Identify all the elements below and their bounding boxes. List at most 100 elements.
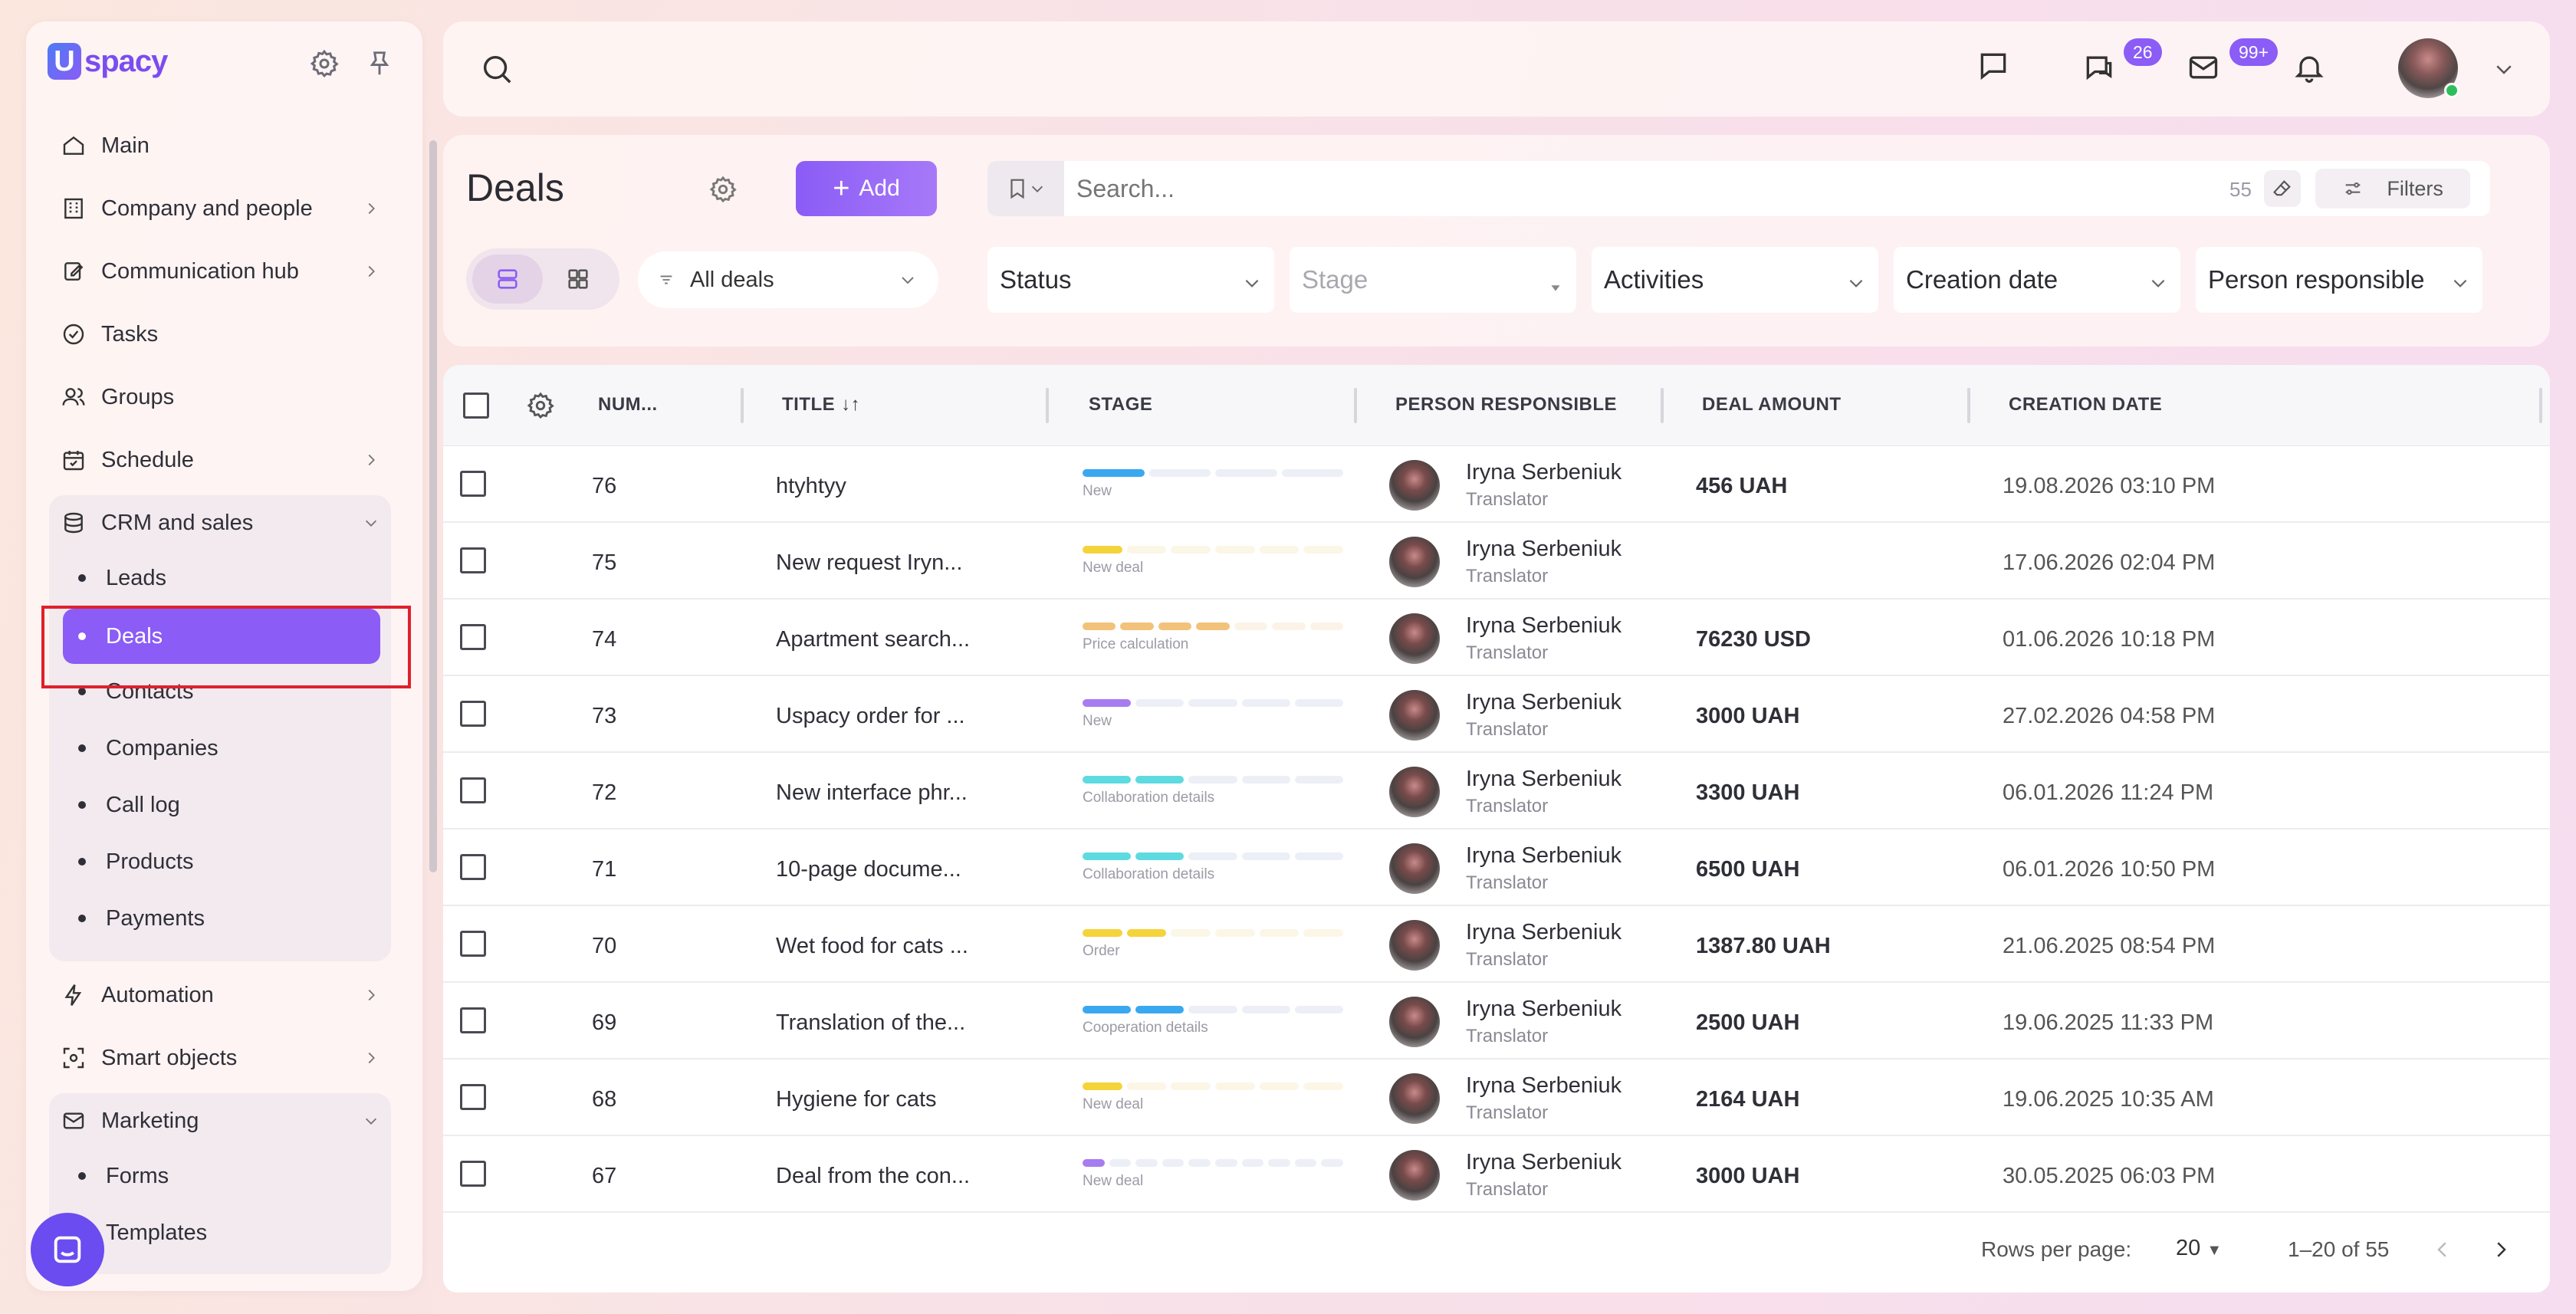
person-avatar[interactable]	[1389, 920, 1440, 971]
deal-stage[interactable]: Cooperation details	[1083, 1006, 1344, 1036]
column-header-amount[interactable]: DEAL AMOUNT	[1702, 394, 1842, 416]
column-resizer[interactable]	[1967, 388, 1970, 423]
column-header-date[interactable]: CREATION DATE	[2009, 394, 2162, 416]
row-checkbox[interactable]	[460, 701, 486, 727]
bell-icon[interactable]	[2288, 46, 2331, 89]
column-header-stage[interactable]: STAGE	[1089, 394, 1152, 416]
row-checkbox[interactable]	[460, 1007, 486, 1033]
deal-title[interactable]: 10-page docume...	[776, 857, 961, 882]
table-row[interactable]: 75 New request Iryn... New deal Iryna Serbe…	[443, 523, 2550, 600]
table-row[interactable]: 70 Wet food for cats ... Order Iryna Serben…	[443, 906, 2550, 983]
row-checkbox[interactable]	[460, 777, 486, 803]
person-name[interactable]: Iryna Serbeniuk	[1466, 1073, 1622, 1099]
person-avatar[interactable]	[1389, 690, 1440, 741]
row-checkbox[interactable]	[460, 471, 486, 497]
column-resizer[interactable]	[741, 388, 744, 423]
pin-icon[interactable]	[360, 44, 399, 83]
previous-page-icon[interactable]	[2421, 1228, 2464, 1271]
person-avatar[interactable]	[1389, 613, 1440, 664]
deal-stage[interactable]: New deal	[1083, 1159, 1343, 1190]
sidebar-subitem-forms[interactable]: Forms	[78, 1153, 393, 1199]
sidebar-item-schedule[interactable]: Schedule	[60, 435, 397, 485]
deal-stage[interactable]: Collaboration details	[1083, 852, 1344, 883]
column-resizer[interactable]	[2539, 388, 2542, 423]
person-avatar[interactable]	[1389, 537, 1440, 587]
table-row[interactable]: 73 Uspacy order for ... New Iryna Serbeniuk…	[443, 676, 2550, 753]
deal-title[interactable]: Uspacy order for ...	[776, 704, 965, 729]
deal-title[interactable]: Apartment search...	[776, 627, 970, 652]
logo[interactable]: U spacy	[48, 43, 168, 80]
sidebar-subitem-call-log[interactable]: Call log	[78, 782, 393, 828]
table-row[interactable]: 67 Deal from the con... New deal Iryna Serb…	[443, 1136, 2550, 1213]
deal-title[interactable]: Deal from the con...	[776, 1164, 970, 1189]
eraser-icon[interactable]	[2264, 170, 2301, 207]
table-row[interactable]: 74 Apartment search... Price calculation Ir…	[443, 600, 2550, 676]
sidebar-item-communication-hub[interactable]: Communication hub	[60, 247, 397, 296]
table-row[interactable]: 71 10-page docume... Collaboration details…	[443, 829, 2550, 906]
mail-icon[interactable]	[2182, 46, 2225, 89]
person-avatar[interactable]	[1389, 1073, 1440, 1124]
sidebar-item-groups[interactable]: Groups	[60, 373, 397, 422]
row-checkbox[interactable]	[460, 1084, 486, 1110]
column-resizer[interactable]	[1046, 388, 1049, 423]
table-row[interactable]: 76 htyhtyy New Iryna Serbeniuk Translator 456…	[443, 446, 2550, 523]
kanban-view-icon[interactable]	[543, 255, 613, 304]
search-input[interactable]	[1076, 161, 2150, 216]
settings-gear-icon[interactable]	[704, 170, 742, 209]
activities-filter[interactable]: Activities	[1592, 247, 1878, 313]
row-checkbox[interactable]	[460, 624, 486, 650]
deal-view-dropdown[interactable]: All deals	[638, 251, 938, 308]
deal-stage[interactable]: Price calculation	[1083, 623, 1343, 653]
person-name[interactable]: Iryna Serbeniuk	[1466, 767, 1622, 792]
table-row[interactable]: 68 Hygiene for cats New deal Iryna Serbeniu…	[443, 1059, 2550, 1136]
person-name[interactable]: Iryna Serbeniuk	[1466, 537, 1622, 562]
sidebar-item-tasks[interactable]: Tasks	[60, 310, 397, 359]
person-avatar[interactable]	[1389, 1150, 1440, 1201]
person-name[interactable]: Iryna Serbeniuk	[1466, 920, 1622, 945]
person-name[interactable]: Iryna Serbeniuk	[1466, 460, 1622, 485]
select-all-checkbox[interactable]	[463, 393, 489, 419]
person-responsible-filter[interactable]: Person responsible	[2196, 247, 2482, 313]
person-avatar[interactable]	[1389, 767, 1440, 817]
person-avatar[interactable]	[1389, 997, 1440, 1047]
row-checkbox[interactable]	[460, 547, 486, 573]
support-chat-button[interactable]	[31, 1213, 104, 1286]
deal-stage[interactable]: Collaboration details	[1083, 776, 1344, 806]
row-checkbox[interactable]	[460, 854, 486, 880]
status-filter[interactable]: Status	[987, 247, 1274, 313]
person-name[interactable]: Iryna Serbeniuk	[1466, 843, 1622, 869]
next-page-icon[interactable]	[2479, 1228, 2522, 1271]
deal-title[interactable]: htyhtyy	[776, 474, 846, 499]
sidebar-subitem-leads[interactable]: Leads	[78, 555, 393, 601]
column-header-number[interactable]: NUM...	[598, 394, 658, 416]
stage-filter[interactable]: Stage	[1290, 247, 1576, 313]
add-deal-button[interactable]: + Add	[796, 161, 937, 216]
rows-per-page-select[interactable]: 20 ▼	[2176, 1236, 2222, 1261]
sidebar-item-company-and-people[interactable]: Company and people	[60, 184, 397, 233]
column-settings-gear-icon[interactable]	[526, 391, 555, 424]
deal-title[interactable]: Hygiene for cats	[776, 1087, 937, 1112]
saved-search-dropdown[interactable]	[987, 161, 1064, 216]
row-checkbox[interactable]	[460, 1161, 486, 1187]
table-row[interactable]: 72 New interface phr... Collaboration deta…	[443, 753, 2550, 829]
table-row[interactable]: 69 Translation of the... Cooperation detai…	[443, 983, 2550, 1059]
chevron-down-icon[interactable]	[2482, 48, 2525, 90]
column-header-title[interactable]: TITLE ↓↑	[782, 394, 860, 416]
column-resizer[interactable]	[1661, 388, 1664, 423]
person-name[interactable]: Iryna Serbeniuk	[1466, 1150, 1622, 1175]
deal-title[interactable]: Translation of the...	[776, 1010, 965, 1036]
sidebar-subitem-products[interactable]: Products	[78, 839, 393, 885]
gear-icon[interactable]	[305, 44, 343, 83]
column-resizer[interactable]	[1354, 388, 1357, 423]
sidebar-subitem-companies[interactable]: Companies	[78, 725, 393, 771]
sidebar-item-marketing[interactable]: Marketing	[60, 1096, 397, 1145]
sidebar-scrollbar[interactable]	[429, 140, 437, 872]
column-header-person[interactable]: PERSON RESPONSIBLE	[1395, 394, 1617, 416]
message-icon[interactable]	[1972, 44, 2015, 87]
filters-button[interactable]: Filters	[2315, 169, 2470, 209]
creation-date-filter[interactable]: Creation date	[1894, 247, 2180, 313]
person-avatar[interactable]	[1389, 460, 1440, 511]
list-view-icon[interactable]	[472, 255, 543, 304]
person-name[interactable]: Iryna Serbeniuk	[1466, 613, 1622, 639]
person-avatar[interactable]	[1389, 843, 1440, 894]
